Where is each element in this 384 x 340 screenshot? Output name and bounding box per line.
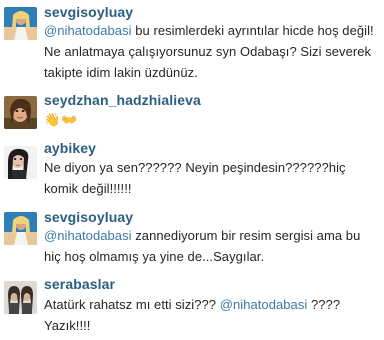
- avatar-user-photo-icon[interactable]: [4, 7, 37, 40]
- comment-text-content: Atatürk rahatsz mı etti sizi???: [44, 297, 220, 312]
- comment-text: 👋👐: [44, 112, 79, 127]
- mention-link[interactable]: @nihatodabasi: [44, 23, 132, 38]
- user-photo-icon: [4, 7, 37, 40]
- comment-username[interactable]: seydzhan_hadzhialieva: [44, 92, 201, 108]
- comment-username[interactable]: sevgisoyluay: [44, 209, 133, 225]
- mention-link[interactable]: @nihatodabasi: [220, 297, 308, 312]
- user-photo-icon: [4, 281, 37, 314]
- mention-link[interactable]: @nihatodabasi: [44, 228, 132, 243]
- avatar-user-photo-icon[interactable]: [4, 146, 37, 179]
- comment-text: @nihatodabasi bu resimlerdeki ayrıntılar…: [44, 20, 378, 83]
- comment-username[interactable]: sevgisoyluay: [44, 4, 133, 20]
- avatar-user-photo-icon[interactable]: [4, 281, 37, 314]
- comment-text: Atatürk rahatsz mı etti sizi??? @nihatod…: [44, 294, 378, 336]
- avatar-user-photo-icon[interactable]: [4, 96, 37, 129]
- user-photo-icon: [4, 212, 37, 245]
- comment-feed: sevgisoyluay @nihatodabasi bu resimlerde…: [0, 0, 384, 340]
- user-photo-icon: [4, 146, 37, 179]
- avatar-user-photo-icon[interactable]: [4, 212, 37, 245]
- comment-username[interactable]: aybikey: [44, 140, 96, 156]
- user-photo-icon: [4, 96, 37, 129]
- comment-text: @nihatodabasi zannediyorum bir resim ser…: [44, 225, 378, 267]
- comment-text: Ne diyon ya sen?????? Neyin peşindesin??…: [44, 160, 346, 196]
- comment-username[interactable]: serabaslar: [44, 276, 115, 292]
